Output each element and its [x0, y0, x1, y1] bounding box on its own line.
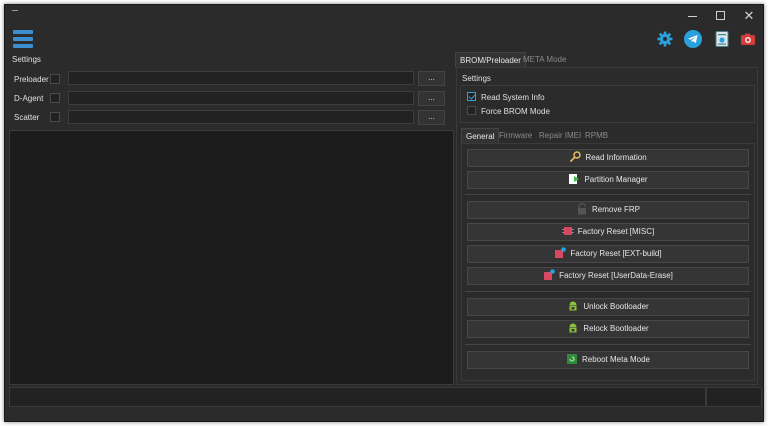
camera-icon[interactable]	[739, 30, 757, 48]
minimize-icon	[688, 16, 697, 17]
factory-reset-misc-button[interactable]: Factory Reset [MISC]	[467, 223, 749, 241]
read-system-info-label: Read System Info	[481, 93, 545, 102]
factory-reset-ext-build-button[interactable]: Factory Reset [EXT-build]	[467, 245, 749, 263]
factory-reset-misc-label: Factory Reset [MISC]	[577, 227, 655, 236]
preloader-path-input[interactable]	[68, 71, 414, 85]
partition-icon	[568, 173, 580, 185]
telegram-icon[interactable]	[684, 30, 702, 48]
status-bar	[9, 387, 706, 407]
android-icon	[567, 300, 579, 312]
force-brom-mode-label: Force BROM Mode	[481, 107, 550, 116]
scatter-label: Scatter	[14, 113, 40, 122]
maximize-button[interactable]	[713, 9, 729, 23]
scatter-path-input[interactable]	[68, 110, 414, 124]
tab-rpmb[interactable]: RPMB	[581, 128, 612, 143]
app-title-mark	[12, 10, 18, 11]
lock-icon	[576, 202, 588, 215]
factory-reset-userdata-erase-button[interactable]: Factory Reset [UserData-Erase]	[467, 267, 749, 285]
separator	[465, 344, 751, 345]
separator	[465, 194, 751, 195]
close-button[interactable]: ✕	[741, 9, 757, 23]
preloader-label: Preloader	[14, 75, 49, 84]
factory-reset-userdata-erase-label: Factory Reset [UserData-Erase]	[559, 271, 673, 280]
scatter-checkbox[interactable]	[50, 112, 60, 122]
title-bar: ✕	[5, 5, 765, 27]
reboot-meta-mode-label: Reboot Meta Mode	[581, 355, 651, 364]
preloader-checkbox[interactable]	[50, 74, 60, 84]
chip-icon	[543, 269, 555, 281]
scatter-browse-button[interactable]: ...	[418, 110, 445, 125]
unlock-bootloader-label: Unlock Bootloader	[583, 302, 649, 311]
log-output[interactable]	[9, 130, 454, 385]
d-agent-path-input[interactable]	[68, 91, 414, 105]
app-window: ✕ Settings Preloader ... D-Agent ... Sca…	[4, 4, 764, 422]
gear-icon[interactable]	[656, 30, 674, 48]
factory-reset-ext-build-label: Factory Reset [EXT-build]	[570, 249, 662, 258]
chip-icon	[562, 225, 574, 237]
separator	[465, 291, 751, 292]
partition-manager-button[interactable]: Partition Manager	[467, 171, 749, 189]
relock-bootloader-button[interactable]: Relock Bootloader	[467, 320, 749, 338]
preloader-browse-button[interactable]: ...	[418, 71, 445, 86]
d-agent-checkbox[interactable]	[50, 93, 60, 103]
relock-bootloader-label: Relock Bootloader	[583, 324, 649, 333]
minimize-button[interactable]	[685, 9, 701, 23]
chip-icon	[554, 247, 567, 259]
read-system-info-checkbox[interactable]	[467, 92, 476, 101]
tab-brom-preloader[interactable]: BROM/Preloader	[455, 52, 526, 67]
d-agent-browse-button[interactable]: ...	[418, 91, 445, 106]
status-bar-secondary	[706, 387, 762, 407]
magnifier-icon	[569, 151, 582, 163]
remove-frp-label: Remove FRP	[591, 205, 640, 214]
tab-meta-mode[interactable]: META Mode	[519, 52, 570, 67]
remove-frp-button[interactable]: Remove FRP	[467, 201, 749, 219]
read-information-label: Read Information	[585, 153, 647, 162]
d-agent-label: D-Agent	[14, 94, 44, 103]
hamburger-menu-icon[interactable]	[13, 29, 33, 49]
left-settings-title: Settings	[12, 55, 41, 64]
android-icon	[567, 322, 579, 334]
maximize-icon	[716, 11, 725, 20]
read-information-button[interactable]: Read Information	[467, 149, 749, 167]
unlock-bootloader-button[interactable]: Unlock Bootloader	[467, 298, 749, 316]
reboot-meta-mode-button[interactable]: Reboot Meta Mode	[467, 351, 749, 369]
report-icon[interactable]	[713, 30, 731, 48]
tab-firmware[interactable]: Firmware	[495, 128, 536, 143]
tab-general[interactable]: General	[461, 128, 500, 143]
reboot-icon	[566, 353, 578, 365]
force-brom-mode-checkbox[interactable]	[467, 106, 476, 115]
partition-manager-label: Partition Manager	[584, 175, 648, 184]
right-settings-title: Settings	[462, 74, 491, 83]
options-group	[460, 85, 755, 123]
tab-repair-imei[interactable]: Repair IMEI	[535, 128, 585, 143]
